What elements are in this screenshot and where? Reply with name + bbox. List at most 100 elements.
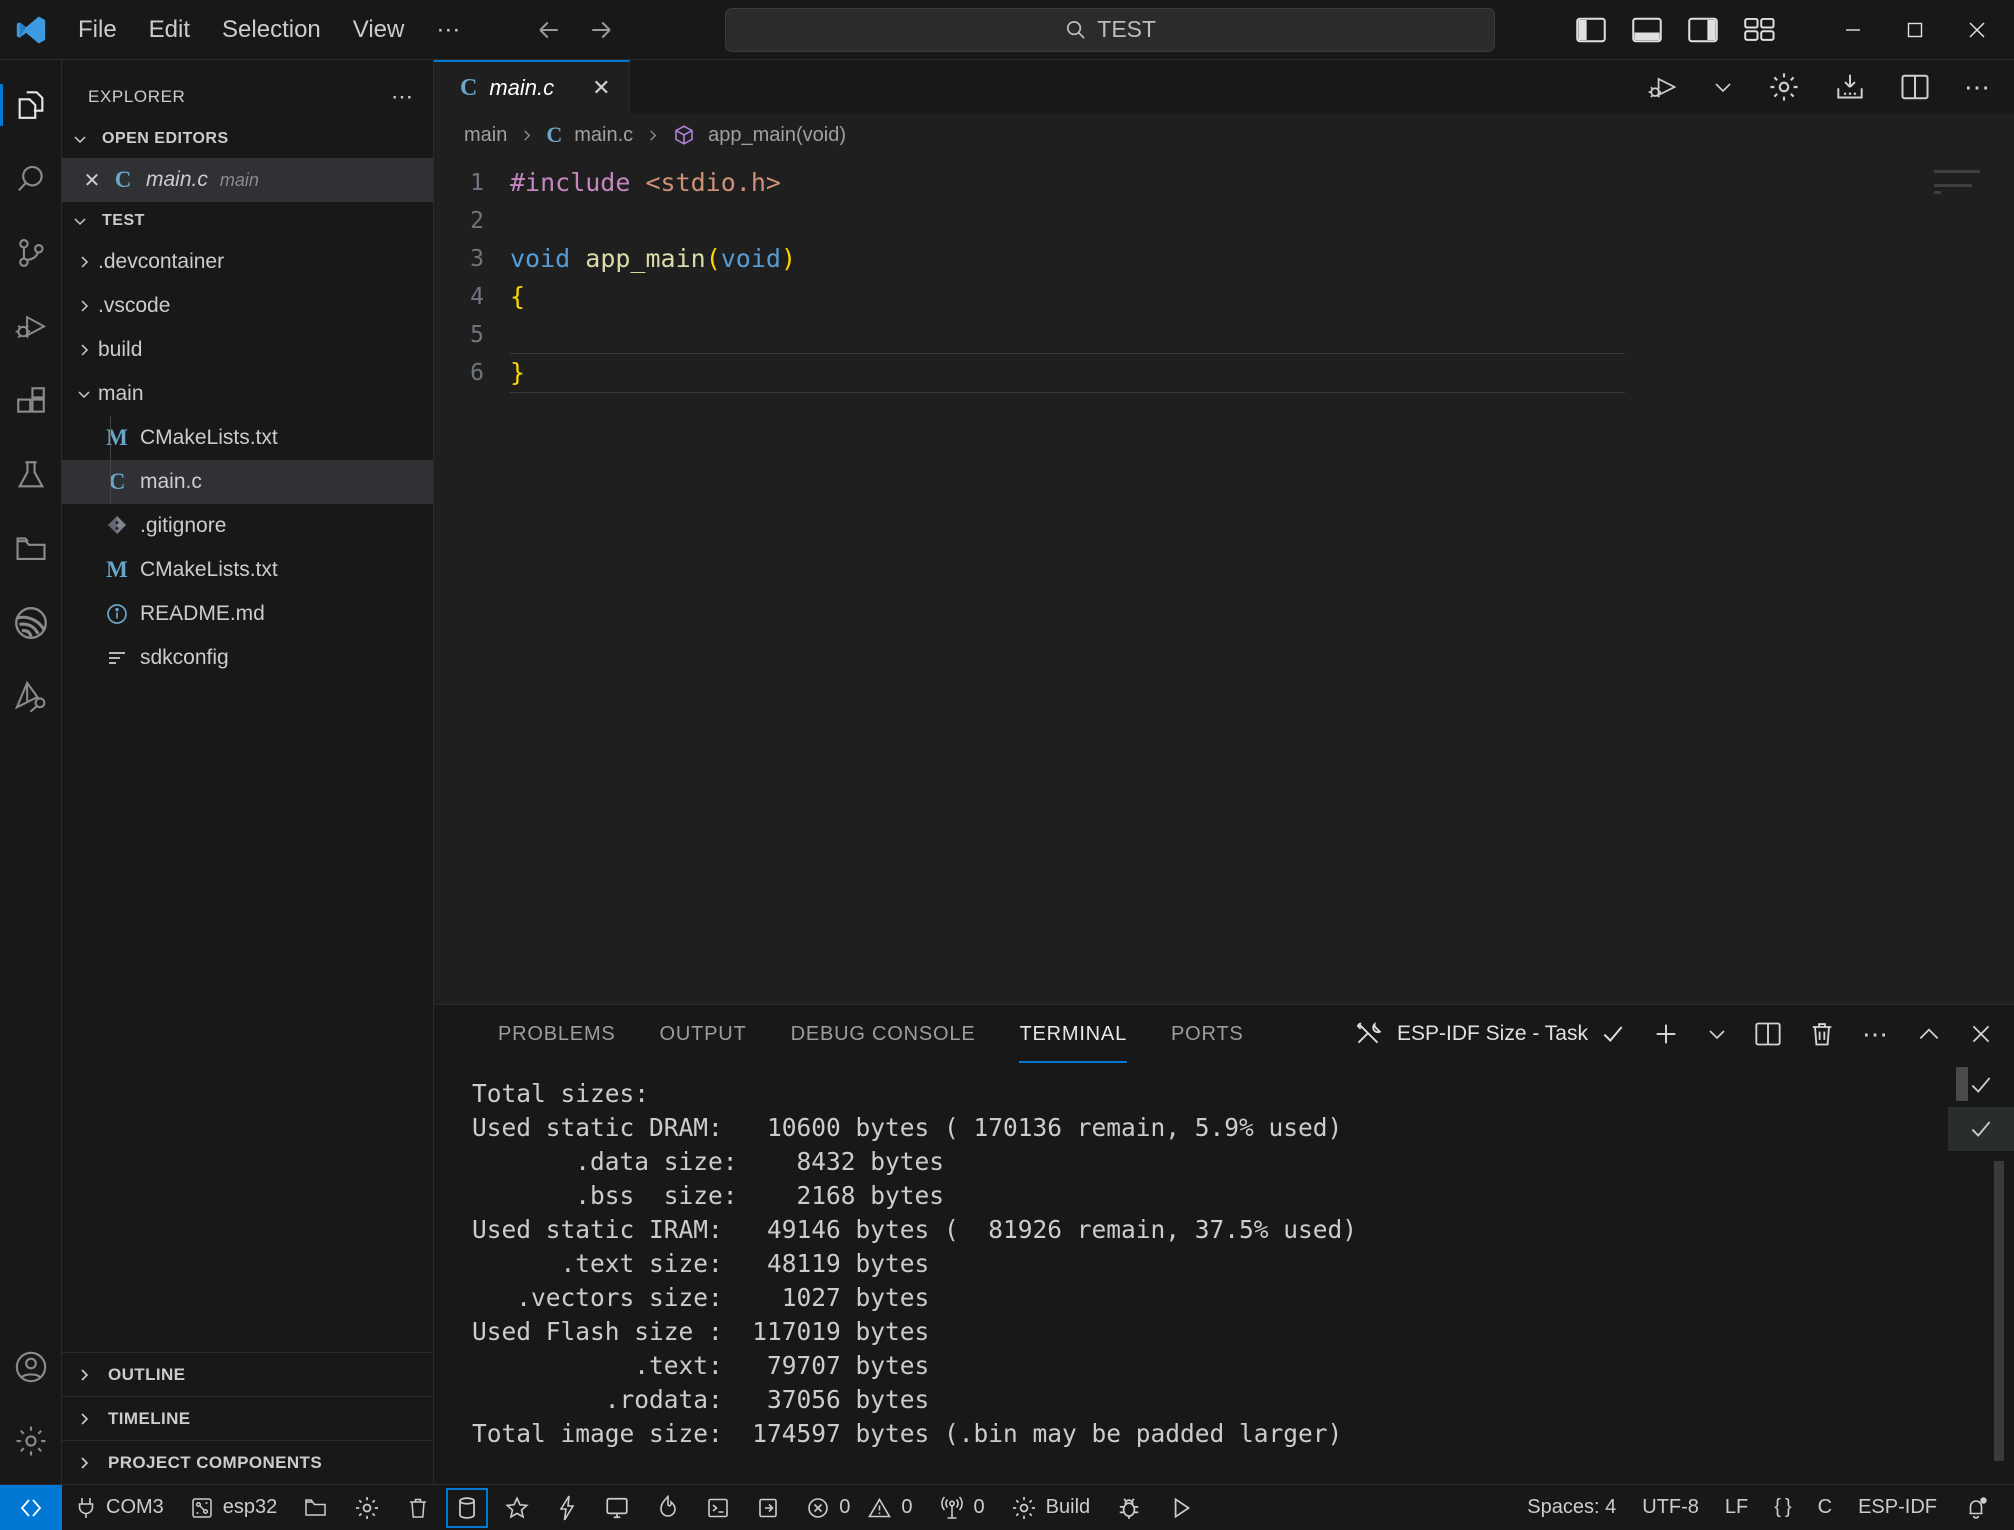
status-terminal[interactable] bbox=[693, 1485, 743, 1530]
command-success-mark[interactable] bbox=[1948, 1063, 2014, 1107]
toggle-secondary-sidebar-icon[interactable] bbox=[1688, 17, 1718, 43]
status-favorites[interactable] bbox=[491, 1485, 543, 1530]
gear-icon[interactable] bbox=[1768, 71, 1800, 103]
command-center-search[interactable]: TEST bbox=[725, 8, 1495, 52]
status-run[interactable] bbox=[1155, 1485, 1207, 1530]
chevron-down-icon[interactable] bbox=[1706, 1023, 1728, 1045]
new-terminal-plus-icon[interactable] bbox=[1652, 1020, 1680, 1048]
status-target-chip[interactable]: esp32 bbox=[177, 1485, 291, 1530]
section-timeline[interactable]: TIMELINE bbox=[62, 1396, 433, 1440]
close-button[interactable] bbox=[1946, 1, 2008, 59]
customize-layout-icon[interactable] bbox=[1744, 17, 1776, 43]
status-flame[interactable] bbox=[643, 1485, 693, 1530]
more-actions-icon[interactable]: ⋯ bbox=[1964, 72, 1992, 103]
tree-item-build[interactable]: build bbox=[62, 328, 433, 372]
status-notifications[interactable] bbox=[1950, 1485, 2002, 1530]
status-remote-ports[interactable]: 0 bbox=[926, 1485, 998, 1530]
section-outline[interactable]: OUTLINE bbox=[62, 1352, 433, 1396]
code-editor[interactable]: 1#include <stdio.h> 2 3void app_main(voi… bbox=[434, 156, 2014, 1004]
activity-item-extensions[interactable] bbox=[0, 370, 62, 432]
breadcrumb-item-file[interactable]: main.c bbox=[574, 124, 633, 147]
status-braces-icon[interactable]: { } bbox=[1761, 1485, 1804, 1530]
section-open-editors[interactable]: OPEN EDITORS bbox=[62, 120, 433, 158]
tree-item-main-cmakelists[interactable]: M CMakeLists.txt bbox=[62, 416, 433, 460]
activity-item-esp-tools[interactable] bbox=[0, 666, 62, 728]
status-encoding[interactable]: UTF-8 bbox=[1629, 1485, 1712, 1530]
tree-item-sdkconfig[interactable]: sdkconfig bbox=[62, 636, 433, 680]
maximize-button[interactable] bbox=[1884, 1, 1946, 59]
status-monitor-device[interactable] bbox=[591, 1485, 643, 1530]
command-success-mark[interactable] bbox=[1948, 1107, 2014, 1151]
kill-terminal-icon[interactable] bbox=[1808, 1020, 1836, 1048]
status-indentation[interactable]: Spaces: 4 bbox=[1514, 1485, 1629, 1530]
close-icon[interactable] bbox=[1968, 1021, 1994, 1047]
tree-item-main-folder[interactable]: main bbox=[62, 372, 433, 416]
menu-file[interactable]: File bbox=[62, 10, 133, 50]
arrow-right-icon[interactable] bbox=[586, 15, 616, 45]
activity-item-testing[interactable] bbox=[0, 444, 62, 506]
status-fullclean[interactable] bbox=[393, 1485, 443, 1530]
menu-more[interactable]: ··· bbox=[420, 10, 476, 50]
esp-idf-flash-icon[interactable] bbox=[1834, 71, 1866, 103]
status-debug[interactable] bbox=[1103, 1485, 1155, 1530]
status-esp-idf[interactable]: ESP-IDF bbox=[1845, 1485, 1950, 1530]
more-actions-icon[interactable]: ⋯ bbox=[1862, 1019, 1890, 1050]
tree-item-devcontainer[interactable]: .devcontainer bbox=[62, 240, 433, 284]
tree-item-root-cmakelists[interactable]: M CMakeLists.txt bbox=[62, 548, 433, 592]
arrow-left-icon[interactable] bbox=[534, 15, 564, 45]
activity-item-folder[interactable] bbox=[0, 518, 62, 580]
tab-ports[interactable]: PORTS bbox=[1149, 1005, 1266, 1063]
tree-item-gitignore[interactable]: .gitignore bbox=[62, 504, 433, 548]
activity-item-settings[interactable] bbox=[0, 1410, 62, 1472]
activity-item-accounts[interactable] bbox=[0, 1336, 62, 1398]
chevron-up-icon[interactable] bbox=[1916, 1021, 1942, 1047]
breadcrumb-item-folder[interactable]: main bbox=[464, 124, 507, 147]
section-workspace[interactable]: TEST bbox=[62, 202, 433, 240]
menu-view[interactable]: View bbox=[337, 10, 421, 50]
tree-item-vscode[interactable]: .vscode bbox=[62, 284, 433, 328]
status-open-folder[interactable] bbox=[290, 1485, 341, 1530]
status-language-mode[interactable]: C bbox=[1805, 1485, 1845, 1530]
open-editor-item[interactable]: ✕ C main.c main bbox=[62, 158, 433, 202]
terminal-body[interactable]: Total sizes: Used static DRAM: 10600 byt… bbox=[434, 1063, 2014, 1484]
tab-main-c[interactable]: C main.c ✕ bbox=[434, 60, 630, 114]
status-build[interactable]: Build bbox=[998, 1485, 1103, 1530]
tree-item-main-c[interactable]: C main.c bbox=[62, 460, 433, 504]
sidebar-header: EXPLORER ⋯ bbox=[62, 74, 433, 120]
terminal-task-selector[interactable]: ESP-IDF Size - Task bbox=[1355, 1020, 1626, 1048]
activity-item-explorer[interactable] bbox=[0, 74, 62, 136]
close-icon[interactable]: ✕ bbox=[76, 168, 108, 193]
toggle-panel-icon[interactable] bbox=[1632, 17, 1662, 43]
tree-item-readme[interactable]: README.md bbox=[62, 592, 433, 636]
split-terminal-icon[interactable] bbox=[1754, 1021, 1782, 1047]
status-port[interactable]: COM3 bbox=[62, 1485, 177, 1530]
tab-terminal[interactable]: TERMINAL bbox=[997, 1005, 1149, 1063]
minimize-button[interactable] bbox=[1822, 1, 1884, 59]
tab-output[interactable]: OUTPUT bbox=[638, 1005, 769, 1063]
minimap[interactable] bbox=[1934, 170, 1990, 200]
run-debug-icon[interactable] bbox=[1646, 73, 1678, 101]
split-editor-icon[interactable] bbox=[1900, 73, 1930, 101]
toggle-primary-sidebar-icon[interactable] bbox=[1576, 17, 1606, 43]
chevron-down-icon[interactable] bbox=[1712, 76, 1734, 98]
close-icon[interactable]: ✕ bbox=[592, 75, 610, 101]
tab-debug-console[interactable]: DEBUG CONSOLE bbox=[769, 1005, 998, 1063]
menu-edit[interactable]: Edit bbox=[133, 10, 206, 50]
tab-problems[interactable]: PROBLEMS bbox=[476, 1005, 638, 1063]
status-open-external[interactable] bbox=[743, 1485, 793, 1530]
more-actions-icon[interactable]: ⋯ bbox=[391, 84, 415, 110]
status-flash-method[interactable] bbox=[443, 1485, 491, 1530]
menu-selection[interactable]: Selection bbox=[206, 10, 337, 50]
activity-item-search[interactable] bbox=[0, 148, 62, 210]
activity-item-espressif[interactable] bbox=[0, 592, 62, 654]
activity-item-source-control[interactable] bbox=[0, 222, 62, 284]
remote-window-indicator[interactable] bbox=[0, 1485, 62, 1530]
terminal-scrollbar-secondary[interactable] bbox=[1994, 1161, 2004, 1461]
breadcrumb-item-symbol[interactable]: app_main(void) bbox=[708, 124, 846, 147]
status-flash-device[interactable] bbox=[543, 1485, 591, 1530]
status-eol[interactable]: LF bbox=[1712, 1485, 1761, 1530]
activity-item-run-and-debug[interactable] bbox=[0, 296, 62, 358]
status-problems[interactable]: 0 0 bbox=[793, 1485, 925, 1530]
status-menuconfig[interactable] bbox=[341, 1485, 393, 1530]
section-project-components[interactable]: PROJECT COMPONENTS bbox=[62, 1440, 433, 1484]
